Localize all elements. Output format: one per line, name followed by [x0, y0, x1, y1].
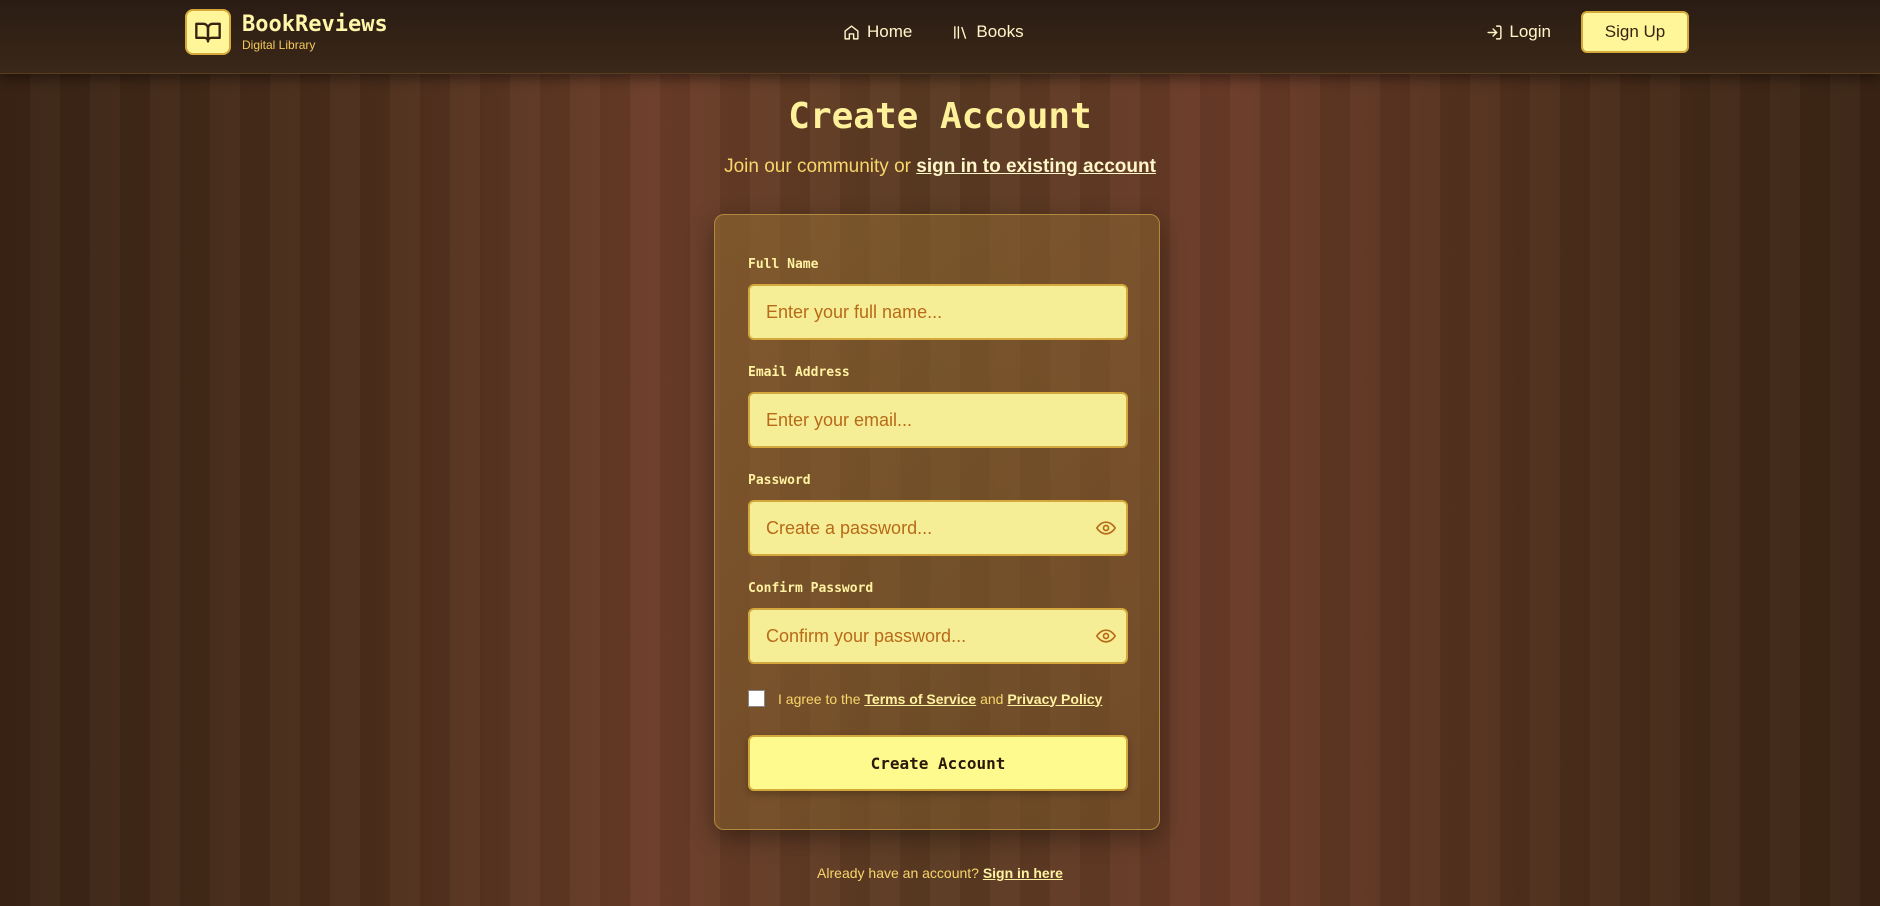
book-open-icon: [185, 9, 231, 55]
auth-actions: Login Sign Up: [1486, 11, 1689, 53]
nav-home-label: Home: [867, 22, 913, 41]
eye-icon: [1096, 521, 1116, 535]
eye-icon: [1096, 629, 1116, 643]
confirm-password-visibility-toggle[interactable]: [1093, 623, 1119, 649]
library-icon: [954, 25, 967, 39]
home-icon: [844, 24, 859, 40]
password-label: Password: [748, 473, 811, 488]
confirm-password-label: Confirm Password: [748, 581, 874, 596]
password-visibility-toggle[interactable]: [1093, 515, 1119, 541]
brand[interactable]: BookReviews Digital Library: [185, 9, 388, 55]
signup-form-card: Full Name Email Address Password Confirm…: [714, 214, 1160, 830]
nav-links: Home Books: [843, 22, 1064, 42]
brand-subtitle: Digital Library: [242, 37, 316, 52]
nav-books-label: Books: [976, 22, 1024, 41]
nav-books-link[interactable]: Books: [952, 22, 1024, 42]
terms-prefix: I agree to the: [778, 690, 865, 707]
confirm-password-input[interactable]: [748, 608, 1128, 664]
footer-signin: Already have an account? Sign in here: [0, 865, 1880, 881]
terms-of-service-link[interactable]: Terms of Service: [864, 691, 976, 707]
page-subtitle: Join our community or sign in to existin…: [0, 156, 1880, 178]
full-name-input[interactable]: [748, 284, 1128, 340]
login-link[interactable]: Login: [1486, 22, 1551, 42]
login-label: Login: [1509, 22, 1551, 41]
password-input[interactable]: [748, 500, 1128, 556]
nav-home-link[interactable]: Home: [843, 22, 912, 42]
subtitle-prefix: Join our community or: [724, 156, 917, 177]
terms-and: and: [976, 690, 1008, 707]
email-input[interactable]: [748, 392, 1128, 448]
email-label: Email Address: [748, 365, 850, 380]
navbar: BookReviews Digital Library Home Books L…: [0, 0, 1880, 74]
terms-checkbox[interactable]: [748, 690, 765, 707]
sign-in-here-link[interactable]: Sign in here: [983, 865, 1063, 881]
create-account-button[interactable]: Create Account: [748, 735, 1128, 791]
sign-in-existing-link[interactable]: sign in to existing account: [916, 156, 1156, 177]
footer-prefix: Already have an account?: [817, 865, 983, 881]
page-title: Create Account: [788, 96, 1092, 137]
privacy-policy-link[interactable]: Privacy Policy: [1007, 691, 1102, 707]
brand-title: BookReviews: [242, 11, 388, 37]
login-icon: [1487, 24, 1502, 40]
terms-row: I agree to the Terms of Service and Priv…: [748, 690, 1102, 707]
signup-button[interactable]: Sign Up: [1581, 11, 1689, 53]
full-name-label: Full Name: [748, 257, 819, 272]
